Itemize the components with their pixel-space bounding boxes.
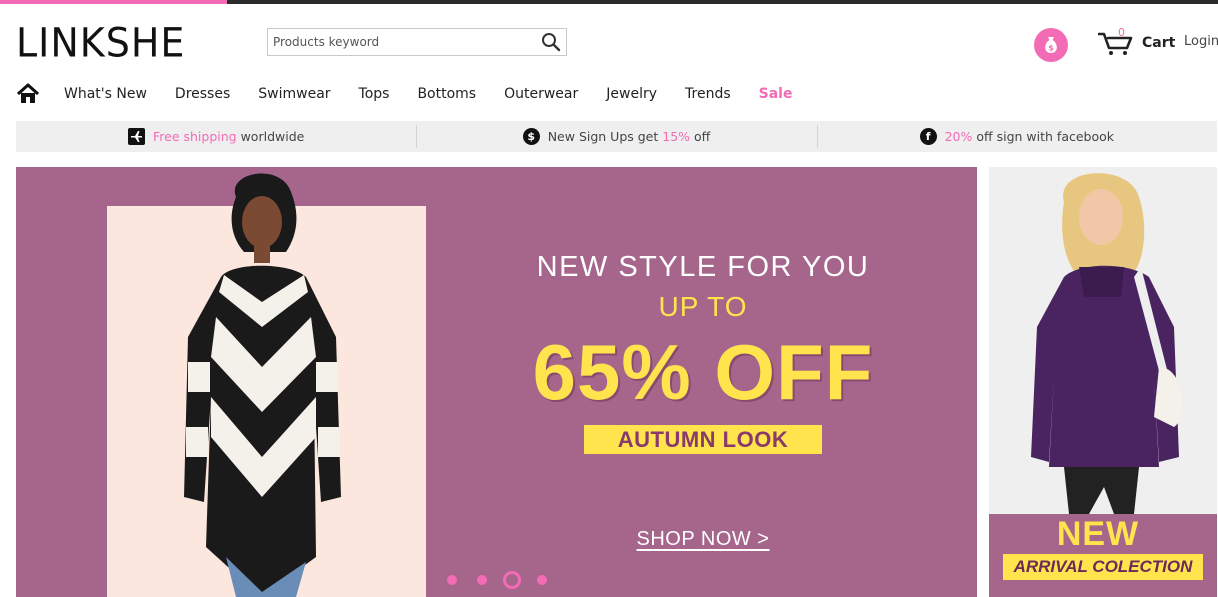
site-logo[interactable]: LINKSHE (16, 20, 185, 66)
hero-tag: AUTUMN LOOK (584, 425, 822, 454)
nav-item-swimwear[interactable]: Swimwear (258, 86, 330, 102)
side-banner-subtitle: ARRIVAL COLECTION (1003, 554, 1203, 580)
side-banner-title: NEW (1056, 515, 1140, 553)
cart-label: Cart (1142, 35, 1176, 51)
nav-item-jewelry[interactable]: Jewelry (606, 86, 657, 102)
shop-now-button[interactable]: SHOP NOW > (486, 528, 920, 551)
dollar-icon: $ (522, 128, 540, 145)
cart-icon (1098, 32, 1133, 55)
nav-item-sale[interactable]: Sale (759, 86, 793, 102)
nav-item-bottoms[interactable]: Bottoms (417, 86, 476, 102)
hero-banner[interactable]: NEW STYLE FOR YOU UP TO 65% OFF AUTUMN L… (16, 167, 977, 597)
benefit-text: New Sign Ups get (547, 129, 663, 144)
cart-count-badge: 0 (1118, 26, 1125, 39)
side-model-image (1031, 173, 1183, 514)
benefit-text: worldwide (236, 129, 305, 144)
benefit-highlight: 15% (662, 129, 691, 144)
login-link[interactable]: Login (1184, 34, 1218, 49)
benefit-signup[interactable]: $ New Sign Ups get 15% off (416, 121, 816, 152)
main-nav: What's New Dresses Swimwear Tops Bottoms… (16, 80, 820, 108)
search-box (267, 28, 567, 56)
benefit-free-shipping[interactable]: Free shipping worldwide (16, 121, 416, 152)
benefit-facebook[interactable]: f 20% off sign with facebook (816, 121, 1217, 152)
carousel-dot-active[interactable] (503, 571, 521, 589)
top-bar (0, 0, 1218, 4)
home-icon[interactable] (16, 82, 40, 106)
svg-text:$: $ (1048, 44, 1054, 53)
benefit-text: off sign with facebook (972, 129, 1115, 144)
benefit-highlight: Free shipping (153, 129, 237, 144)
hero-headline: NEW STYLE FOR YOU (536, 251, 870, 283)
carousel-dots (447, 571, 567, 589)
carousel-dot[interactable] (477, 575, 487, 585)
nav-item-trends[interactable]: Trends (685, 86, 731, 102)
hero-model-image (184, 173, 341, 597)
benefits-bar: Free shipping worldwide $ New Sign Ups g… (16, 121, 1217, 152)
benefit-highlight: 20% (944, 129, 973, 144)
benefit-text: off (690, 129, 711, 144)
side-banner[interactable]: NEW ARRIVAL COLECTION (989, 167, 1217, 597)
nav-item-outerwear[interactable]: Outerwear (504, 86, 578, 102)
carousel-dot[interactable] (447, 575, 457, 585)
hero-subheadline: UP TO (658, 291, 748, 322)
facebook-icon: f (919, 128, 937, 145)
search-icon[interactable] (540, 32, 562, 52)
nav-item-dresses[interactable]: Dresses (175, 86, 230, 102)
cart-button[interactable]: 0 Cart (1098, 26, 1176, 56)
nav-item-tops[interactable]: Tops (359, 86, 390, 102)
search-input[interactable] (268, 29, 528, 55)
top-bar-accent (0, 0, 227, 4)
nav-item-whats-new[interactable]: What's New (64, 86, 147, 102)
hero-discount: 65% OFF (532, 328, 874, 416)
airplane-icon (128, 128, 145, 145)
carousel-dot[interactable] (537, 575, 547, 585)
money-bag-icon[interactable]: $ (1034, 28, 1068, 62)
